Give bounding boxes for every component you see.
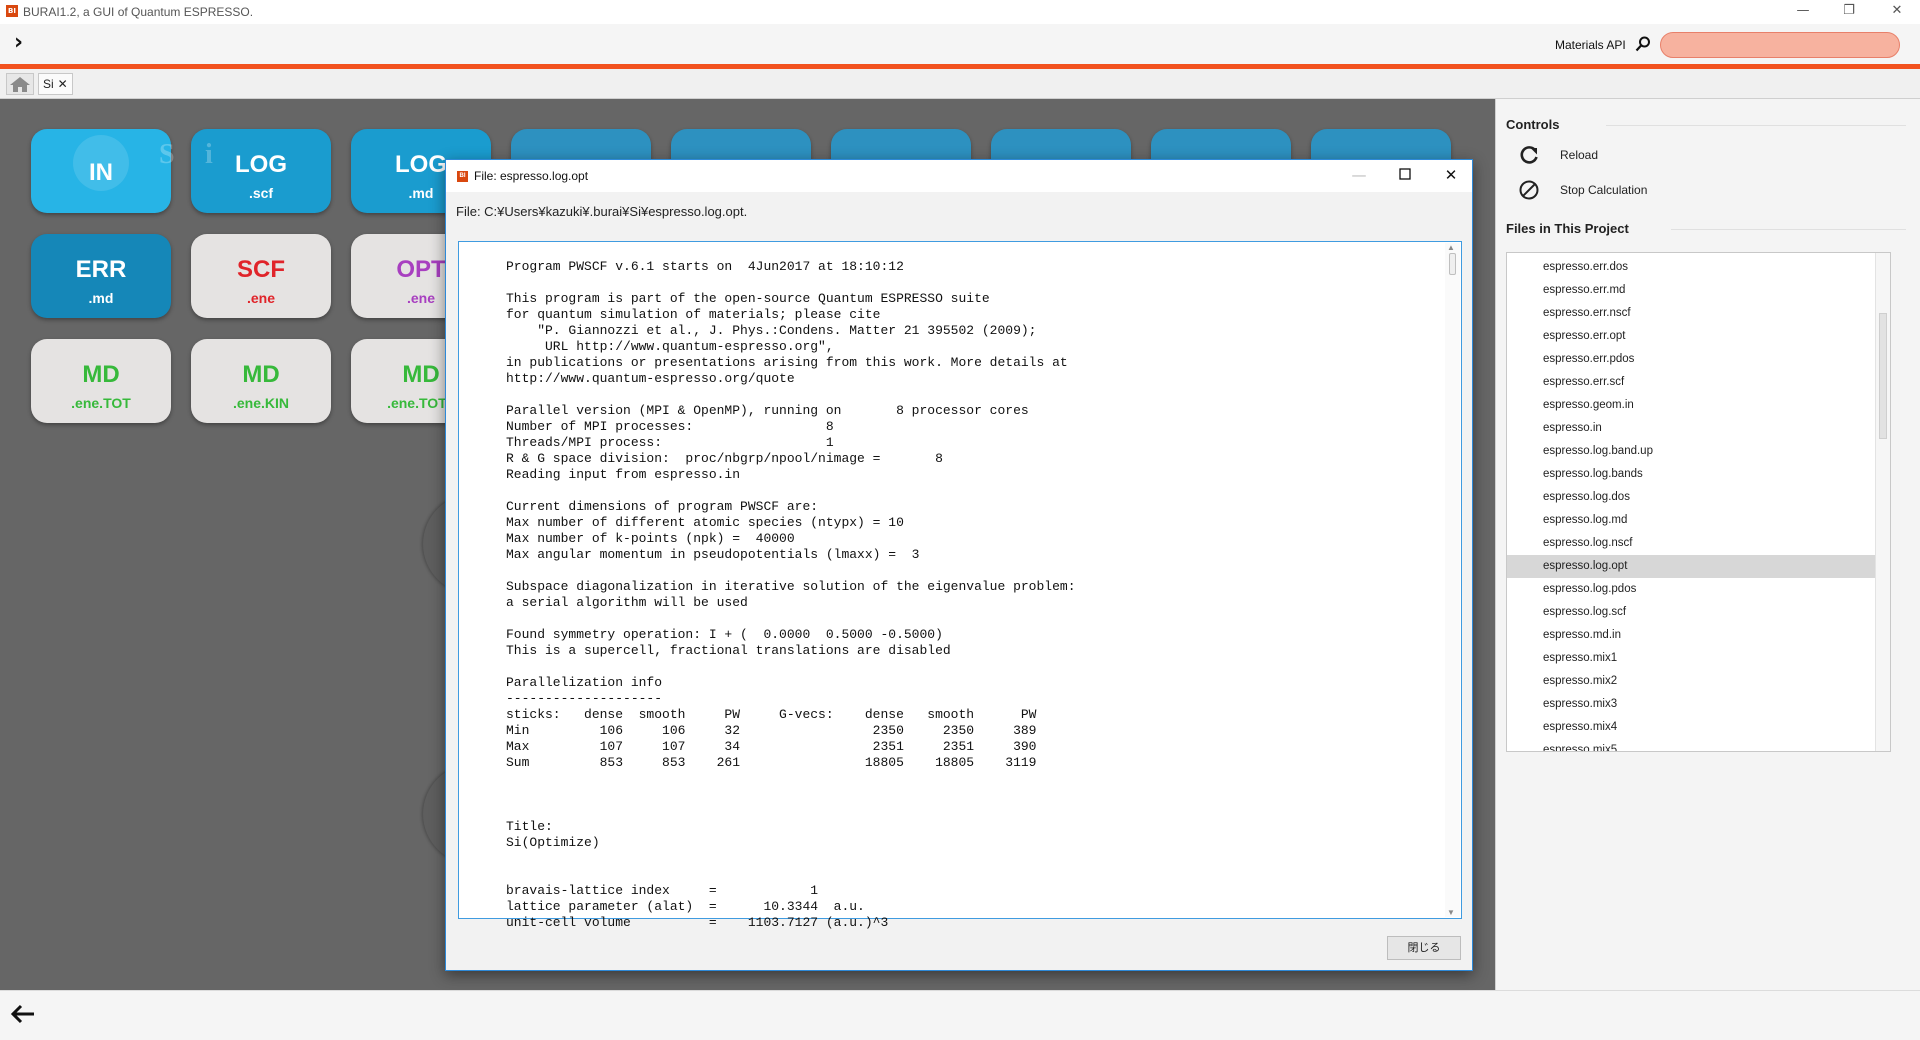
tile-log-scf[interactable]: S i LOG .scf xyxy=(159,129,331,213)
stop-icon xyxy=(1519,180,1539,200)
stop-calculation-label: Stop Calculation xyxy=(1560,183,1648,197)
tile-in-label: IN xyxy=(89,159,113,186)
file-list-item[interactable]: espresso.log.bands xyxy=(1507,463,1875,486)
log-scrollbar-thumb[interactable] xyxy=(1449,253,1456,275)
reload-button[interactable]: Reload xyxy=(1518,142,1598,168)
window-titlebar: BI BURAI1.2, a GUI of Quantum ESPRESSO. … xyxy=(0,0,1920,24)
tile-log-scf-label: LOG xyxy=(235,151,287,178)
app-logo-icon: BI xyxy=(6,5,18,17)
file-list-item[interactable]: espresso.err.opt xyxy=(1507,325,1875,348)
window-title: BURAI1.2, a GUI of Quantum ESPRESSO. xyxy=(23,5,254,19)
file-list-item[interactable]: espresso.mix3 xyxy=(1507,693,1875,716)
materials-api-label: Materials API xyxy=(1555,38,1626,52)
reload-label: Reload xyxy=(1560,148,1599,162)
files-divider xyxy=(1671,229,1906,230)
tile-md-ene-kin-sub: .ene.KIN xyxy=(232,395,289,411)
tile-md-ene-kin-label: MD xyxy=(242,361,280,388)
tile-scf-ene-sub: .ene xyxy=(246,290,275,306)
file-list-item[interactable]: espresso.err.md xyxy=(1507,279,1875,302)
log-text-area[interactable]: Program PWSCF v.6.1 starts on 4Jun2017 a… xyxy=(458,241,1462,930)
files-scrollbar[interactable] xyxy=(1875,253,1890,751)
tile-err-md-label: ERR xyxy=(75,256,127,283)
file-list-item[interactable]: espresso.err.nscf xyxy=(1507,302,1875,325)
back-arrow-svg xyxy=(10,1004,34,1024)
tile-in[interactable]: IN xyxy=(31,129,171,213)
files-scrollbar-thumb[interactable] xyxy=(1879,313,1887,439)
log-file-dialog: BI File: espresso.log.opt — ✕ File: C:¥U… xyxy=(445,159,1473,971)
tile-err-md[interactable]: ERR .md xyxy=(31,234,171,318)
dialog-titlebar: BI File: espresso.log.opt — ✕ xyxy=(446,160,1472,192)
file-list-item[interactable]: espresso.log.opt xyxy=(1507,555,1875,578)
file-list-item[interactable]: espresso.geom.in xyxy=(1507,394,1875,417)
app-header: › Materials API xyxy=(0,24,1920,64)
maximize-icon xyxy=(1399,168,1411,180)
file-list-item[interactable]: espresso.log.dos xyxy=(1507,486,1875,509)
tile-md-ene-tot-label: MD xyxy=(82,361,120,388)
tab-si-label: Si xyxy=(43,77,54,91)
files-title: Files in This Project xyxy=(1506,221,1629,236)
minimize-button[interactable]: — xyxy=(1780,0,1826,24)
tile-scf-ene-label: SCF xyxy=(237,256,285,283)
file-list-item[interactable]: espresso.in xyxy=(1507,417,1875,440)
stop-calculation-button[interactable]: Stop Calculation xyxy=(1518,177,1647,203)
scroll-down-icon[interactable]: ▼ xyxy=(1447,908,1455,917)
dialog-close-button[interactable]: 閉じる xyxy=(1387,936,1461,960)
tab-home[interactable] xyxy=(6,73,34,95)
tab-si[interactable]: Si ✕ xyxy=(38,73,73,95)
materials-api-input[interactable] xyxy=(1660,32,1900,58)
back-arrow-icon[interactable] xyxy=(10,1003,36,1029)
file-list-item[interactable]: espresso.mix2 xyxy=(1507,670,1875,693)
tile-scf-ene[interactable]: SCF .ene xyxy=(191,234,331,318)
dialog-close-icon[interactable]: ✕ xyxy=(1428,160,1474,192)
file-list-item[interactable]: espresso.log.pdos xyxy=(1507,578,1875,601)
file-list-item[interactable]: espresso.log.scf xyxy=(1507,601,1875,624)
tab-bar: Si ✕ xyxy=(0,69,1920,99)
file-list-item[interactable]: espresso.log.nscf xyxy=(1507,532,1875,555)
file-list-item[interactable]: espresso.err.pdos xyxy=(1507,348,1875,371)
controls-divider xyxy=(1606,125,1906,126)
scroll-up-icon[interactable]: ▲ xyxy=(1447,243,1455,252)
files-list[interactable]: espresso.err.dos espresso.err.md espresso.… xyxy=(1506,252,1891,752)
tile-ghost-letter-s: S xyxy=(159,139,175,170)
dialog-minimize-button[interactable]: — xyxy=(1336,160,1382,192)
tile-md-ene-tot[interactable]: MD .ene.TOT xyxy=(31,339,171,423)
log-text: Program PWSCF v.6.1 starts on 4Jun2017 a… xyxy=(506,259,1076,930)
file-list-item[interactable]: espresso.log.md xyxy=(1507,509,1875,532)
reload-icon xyxy=(1520,146,1538,164)
right-panel: Controls Reload Stop Calculation Files i… xyxy=(1495,99,1920,990)
forward-arrow-icon[interactable]: › xyxy=(14,32,23,54)
file-list-item[interactable]: espresso.err.dos xyxy=(1507,256,1875,279)
bottom-bar xyxy=(0,990,1920,1040)
file-list-item[interactable]: espresso.mix1 xyxy=(1507,647,1875,670)
tile-log-scf-sub: .scf xyxy=(248,185,274,201)
home-icon xyxy=(10,77,30,92)
file-list-item[interactable]: espresso.log.band.up xyxy=(1507,440,1875,463)
dialog-title: File: espresso.log.opt xyxy=(474,169,589,183)
log-scrollbar[interactable]: ▲ ▼ xyxy=(1445,243,1460,917)
tile-md-ene-kin[interactable]: MD .ene.KIN xyxy=(191,339,331,423)
tab-close-icon[interactable]: ✕ xyxy=(58,74,68,94)
controls-title: Controls xyxy=(1506,117,1560,132)
file-list-item[interactable]: espresso.err.scf xyxy=(1507,371,1875,394)
file-list-item[interactable]: espresso.mix5 xyxy=(1507,739,1875,751)
window-close-button[interactable]: ✕ xyxy=(1874,0,1920,24)
dialog-maximize-button[interactable] xyxy=(1382,160,1428,192)
tile-err-md-sub: .md xyxy=(88,290,114,306)
file-list-item[interactable]: espresso.mix4 xyxy=(1507,716,1875,739)
file-list-item[interactable]: espresso.md.in xyxy=(1507,624,1875,647)
search-icon[interactable] xyxy=(1634,35,1652,53)
dialog-app-icon: BI xyxy=(457,171,468,182)
restore-button[interactable]: ❐ xyxy=(1826,0,1872,24)
tile-md-ene-tot-sub: .ene.TOT xyxy=(71,395,131,411)
dialog-file-path: File: C:¥Users¥kazuki¥.burai¥Si¥espresso… xyxy=(456,204,748,219)
